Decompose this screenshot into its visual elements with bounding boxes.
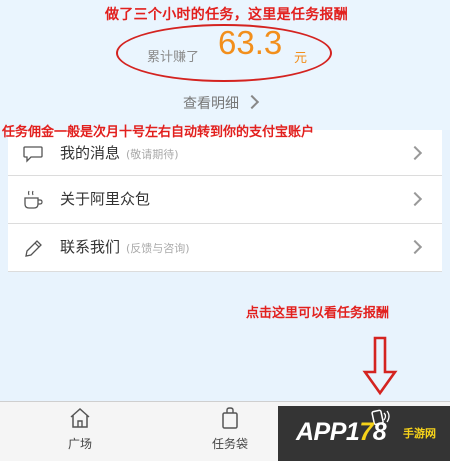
watermark-text: APP178 <box>296 418 387 447</box>
watermark-digit: 8 <box>372 418 387 446</box>
arrow-down-icon <box>362 336 398 396</box>
menu-item-label: 关于阿里众包 <box>60 190 151 208</box>
annotation-middle: 任务佣金一般是次月十号左右自动转到你的支付宝账户 <box>2 125 315 140</box>
tab-label: 广场 <box>67 437 92 451</box>
menu-item-sublabel: (敬请期待) <box>126 148 179 161</box>
watermark-digit: 7 <box>359 418 373 446</box>
annotation-bottom: 点击这里可以看任务报酬 <box>246 306 390 321</box>
watermark-logo: APP178 手游网 <box>278 406 450 461</box>
chevron-right-icon <box>407 145 423 161</box>
menu-item-sublabel: (反馈与咨询) <box>126 242 190 255</box>
menu-item-label: 联系我们 <box>60 238 121 256</box>
tab-task-bag[interactable]: 任务袋 <box>185 402 275 461</box>
watermark-cn: 手游网 <box>403 427 436 440</box>
annotation-top: 做了三个小时的任务，这里是任务报酬 <box>105 7 349 23</box>
chevron-right-icon <box>407 191 423 207</box>
view-details-link[interactable]: 查看明细 <box>183 93 260 113</box>
menu-item-about[interactable]: 关于阿里众包 <box>8 176 442 224</box>
menu-item-contact[interactable]: 联系我们 (反馈与咨询) <box>8 224 442 272</box>
coffee-cup-icon <box>24 190 43 209</box>
view-details-label: 查看明细 <box>183 96 239 112</box>
menu-list: 我的消息 (敬请期待) 关于阿里众包 联系我们 (反馈与咨询) <box>8 130 442 272</box>
chevron-right-icon <box>407 239 423 255</box>
tab-label: 任务袋 <box>211 437 248 451</box>
watermark-digit: 1 <box>345 418 360 446</box>
watermark-prefix: APP <box>296 418 346 446</box>
tab-square[interactable]: 广场 <box>35 402 125 461</box>
chevron-right-icon <box>244 94 260 110</box>
earnings-label: 累计赚了 <box>147 50 200 65</box>
app-screen: 做了三个小时的任务，这里是任务报酬 累计赚了 63.3 元 查看明细 我的消息 (… <box>0 0 450 461</box>
menu-item-label: 我的消息 <box>60 144 121 162</box>
pencil-icon <box>25 240 42 257</box>
chat-bubble-icon <box>23 146 43 163</box>
earnings-unit: 元 <box>294 51 308 66</box>
earnings-amount: 63.3 <box>218 24 283 61</box>
home-icon <box>70 407 90 428</box>
bag-icon <box>222 407 238 429</box>
